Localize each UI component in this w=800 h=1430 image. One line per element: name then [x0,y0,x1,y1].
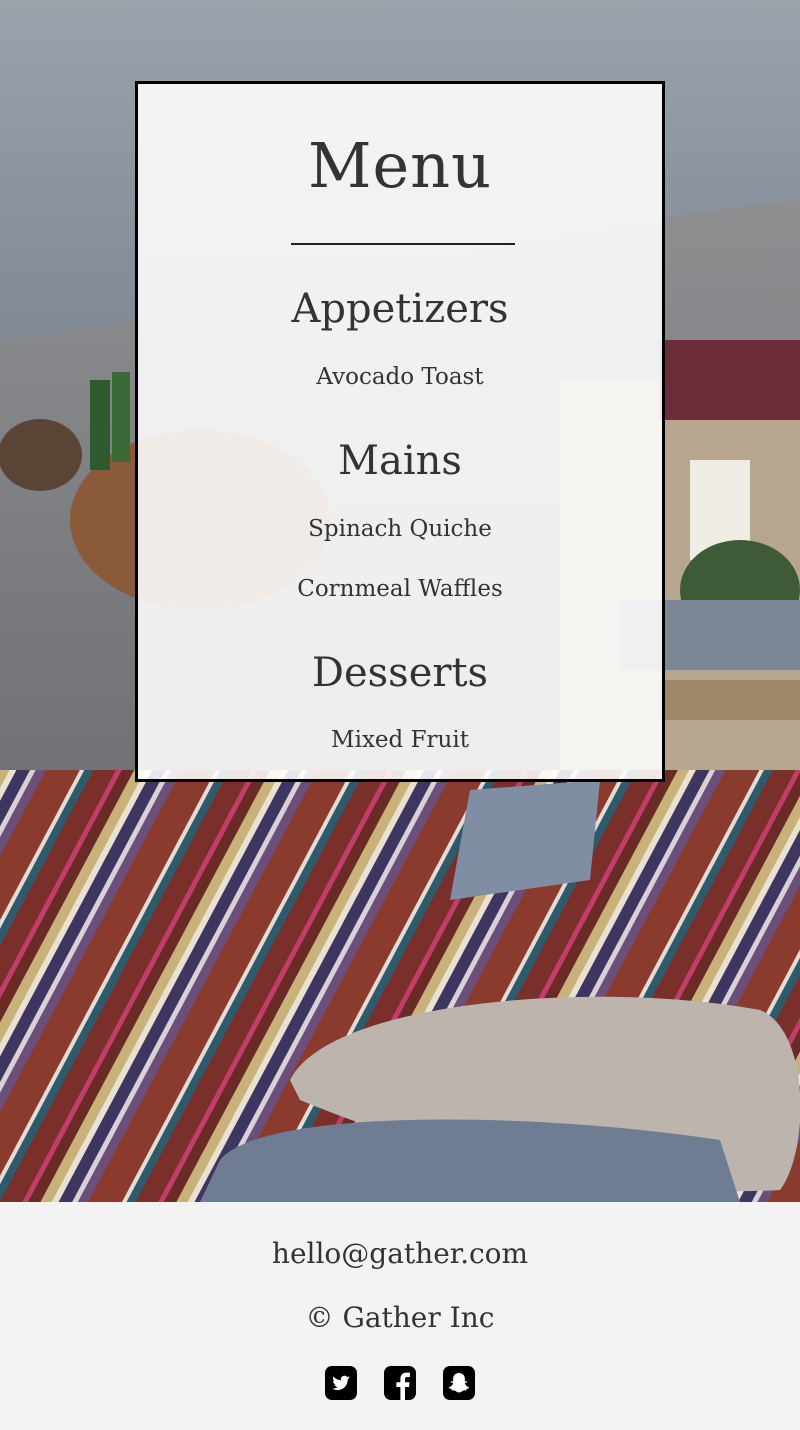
menu-title: Menu [307,129,493,202]
social-links [0,1366,800,1400]
snapchat-icon[interactable] [443,1366,475,1400]
menu-item-avocado-toast: Avocado Toast [316,364,484,390]
footer-email-link[interactable]: hello@gather.com [0,1236,800,1272]
menu-divider [291,243,515,245]
menu-item-spinach-quiche: Spinach Quiche [308,516,492,542]
footer: hello@gather.com © Gather Inc [0,1202,800,1430]
twitter-icon[interactable] [325,1366,357,1400]
facebook-icon[interactable] [384,1366,416,1400]
page: Menu Appetizers Avocado Toast Mains Spin… [0,0,800,1430]
section-heading-desserts: Desserts [311,650,489,696]
footer-copyright: © Gather Inc [305,1301,495,1334]
section-heading-appetizers: Appetizers [291,286,509,332]
menu-item-mixed-fruit: Mixed Fruit [331,727,469,753]
section-heading-mains: Mains [338,438,462,484]
menu-card: Menu Appetizers Avocado Toast Mains Spin… [135,81,665,782]
menu-item-cornmeal-waffles: Cornmeal Waffles [297,576,503,602]
